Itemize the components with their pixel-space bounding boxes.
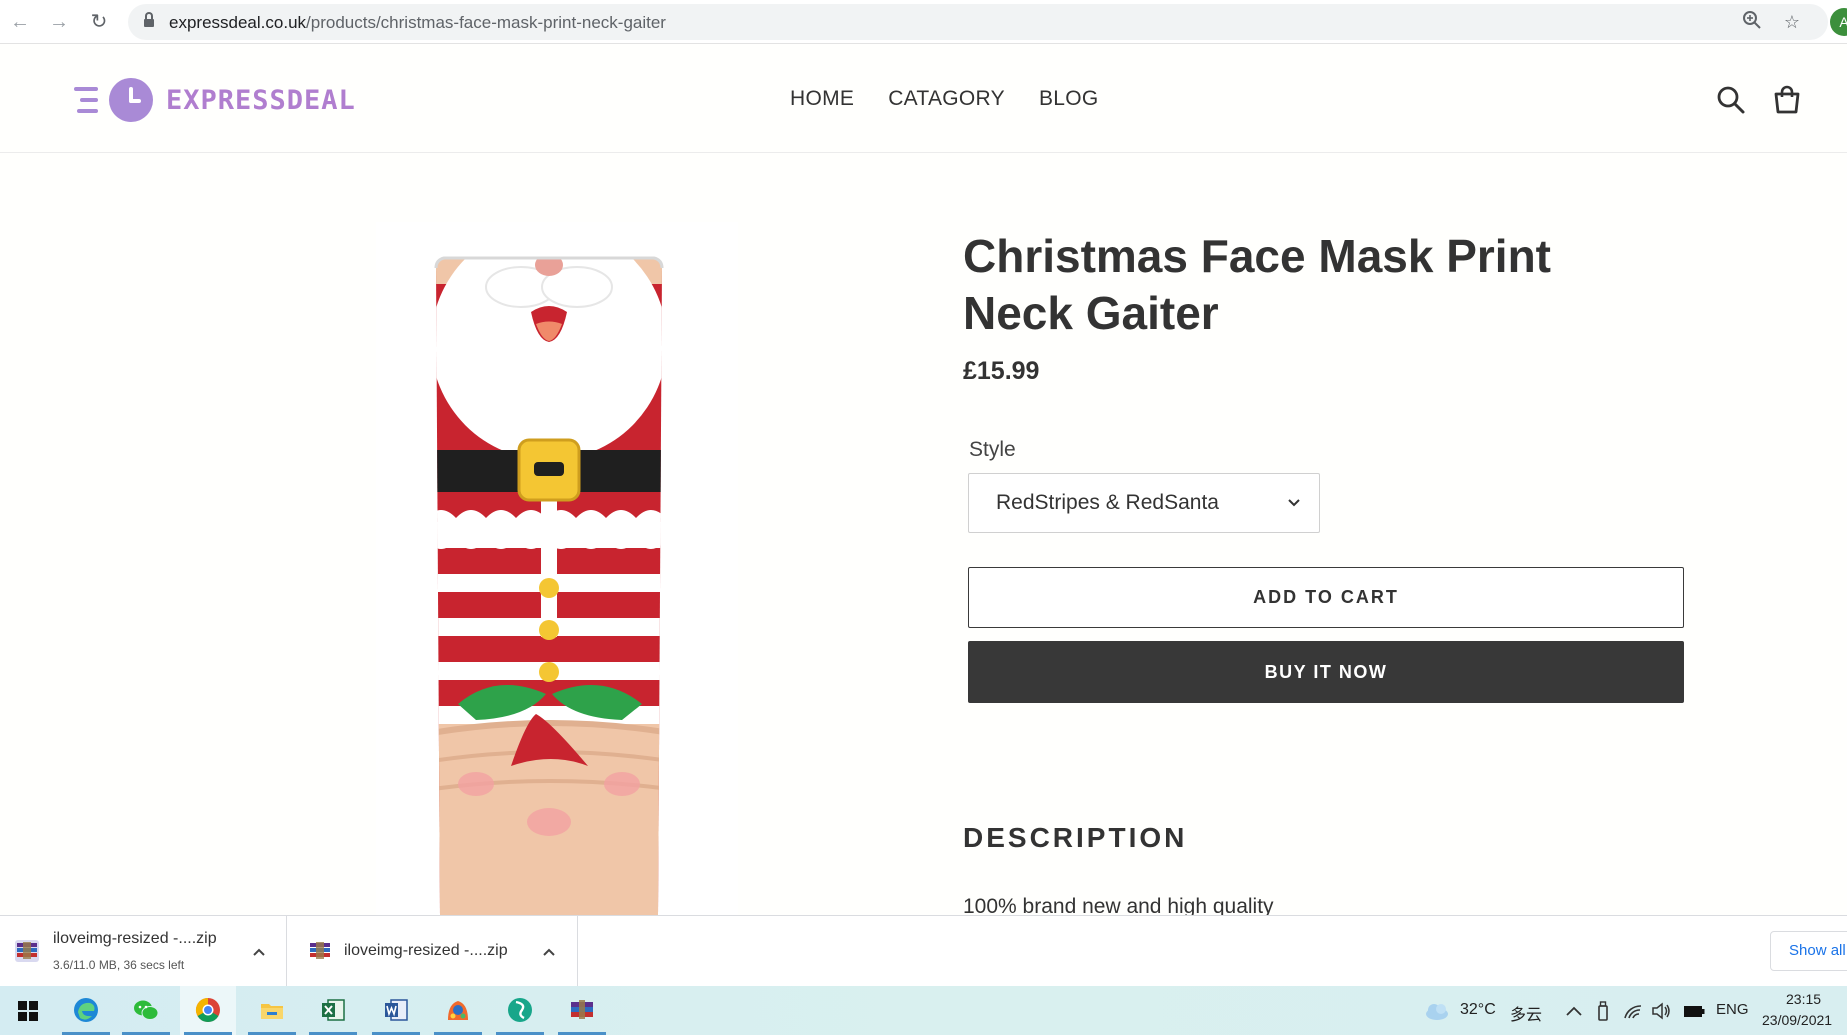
weather-description[interactable]: 多云: [1510, 1001, 1542, 1025]
edge-dev-icon: [506, 996, 534, 1024]
bookmark-star-icon[interactable]: ☆: [1780, 10, 1804, 34]
site-logo[interactable]: EXPRESSDEAL: [74, 77, 355, 123]
wifi-icon[interactable]: [1622, 1000, 1644, 1022]
address-bar[interactable]: expressdeal.co.uk/products/christmas-fac…: [128, 4, 1828, 40]
product-image[interactable]: [376, 222, 738, 915]
windows-taskbar: 32°C 多云 ENG 23:15 23/09/2021: [0, 986, 1847, 1035]
add-to-cart-button[interactable]: ADD TO CART: [968, 567, 1684, 628]
zoom-icon[interactable]: [1740, 10, 1764, 34]
taskbar-paint[interactable]: [430, 986, 486, 1035]
download-filename: iloveimg-resized -....zip: [53, 930, 217, 947]
paint-icon: [444, 996, 472, 1024]
nav-home[interactable]: HOME: [790, 87, 854, 111]
excel-icon: [319, 996, 347, 1024]
input-language[interactable]: ENG: [1716, 1001, 1749, 1018]
folder-icon: [258, 996, 286, 1024]
downloads-bar: iloveimg-resized -....zip 3.6/11.0 MB, 3…: [0, 915, 1847, 986]
word-icon: [382, 996, 410, 1024]
wechat-icon: [132, 996, 160, 1024]
chevron-up-icon[interactable]: [542, 944, 556, 956]
profile-avatar[interactable]: A: [1830, 8, 1847, 36]
download-item[interactable]: iloveimg-resized -....zip: [288, 916, 578, 986]
product-price: £15.99: [963, 357, 1040, 385]
style-selected-value: RedStripes & RedSanta: [996, 491, 1219, 514]
product-title: Christmas Face Mask Print Neck Gaiter: [963, 230, 1552, 339]
forward-icon[interactable]: →: [47, 10, 71, 34]
weather-temperature[interactable]: 32°C: [1460, 1001, 1496, 1019]
chevron-down-icon: [1286, 495, 1302, 511]
winrar-file-icon: [13, 938, 41, 964]
winrar-icon: [568, 996, 596, 1024]
cart-icon[interactable]: [1772, 85, 1802, 115]
download-filename: iloveimg-resized -....zip: [344, 942, 508, 959]
lock-icon[interactable]: [144, 12, 154, 28]
taskbar-wechat[interactable]: [118, 986, 174, 1035]
clock-time[interactable]: 23:15: [1786, 991, 1821, 1007]
clock-logo-icon: [109, 78, 153, 122]
download-item[interactable]: iloveimg-resized -....zip 3.6/11.0 MB, 3…: [0, 916, 287, 986]
start-button[interactable]: [0, 986, 56, 1035]
battery-icon[interactable]: [1682, 1000, 1705, 1022]
volume-icon[interactable]: [1650, 1000, 1672, 1022]
style-label: Style: [969, 438, 1016, 461]
taskbar-file-explorer[interactable]: [244, 986, 300, 1035]
back-icon[interactable]: ←: [8, 10, 32, 34]
buy-it-now-button[interactable]: BUY IT NOW: [968, 641, 1684, 703]
url-text[interactable]: expressdeal.co.uk/products/christmas-fac…: [169, 13, 666, 33]
site-header: EXPRESSDEAL HOME CATAGORY BLOG: [0, 45, 1847, 153]
windows-logo-icon: [14, 996, 42, 1024]
taskbar-edge[interactable]: [58, 986, 114, 1035]
style-select[interactable]: RedStripes & RedSanta: [968, 473, 1320, 533]
usb-drive-icon[interactable]: [1592, 1000, 1614, 1022]
chrome-icon: [194, 996, 222, 1024]
winrar-file-icon: [306, 938, 334, 964]
taskbar-word[interactable]: [368, 986, 424, 1035]
reload-icon[interactable]: ↻: [87, 10, 111, 34]
chevron-up-icon[interactable]: [1563, 1000, 1585, 1022]
description-heading: DESCRIPTION: [963, 822, 1188, 853]
nav-blog[interactable]: BLOG: [1039, 87, 1099, 111]
browser-toolbar: ← → ↻ expressdeal.co.uk/products/christm…: [0, 0, 1847, 44]
logo-text: EXPRESSDEAL: [166, 85, 356, 116]
nav-catagory[interactable]: CATAGORY: [888, 87, 1005, 111]
taskbar-excel[interactable]: [305, 986, 361, 1035]
weather-cloud-icon[interactable]: [1424, 1000, 1448, 1022]
clock-date[interactable]: 23/09/2021: [1762, 1012, 1832, 1028]
taskbar-edge-dev[interactable]: [492, 986, 548, 1035]
main-nav: HOME CATAGORY BLOG: [790, 87, 1099, 111]
show-all-button[interactable]: Show all: [1770, 931, 1847, 971]
download-status: 3.6/11.0 MB, 36 secs left: [53, 958, 185, 972]
search-icon[interactable]: [1716, 85, 1746, 115]
chevron-up-icon[interactable]: [252, 944, 266, 956]
taskbar-chrome[interactable]: [180, 986, 236, 1035]
edge-icon: [72, 996, 100, 1024]
taskbar-winrar[interactable]: [554, 986, 610, 1035]
